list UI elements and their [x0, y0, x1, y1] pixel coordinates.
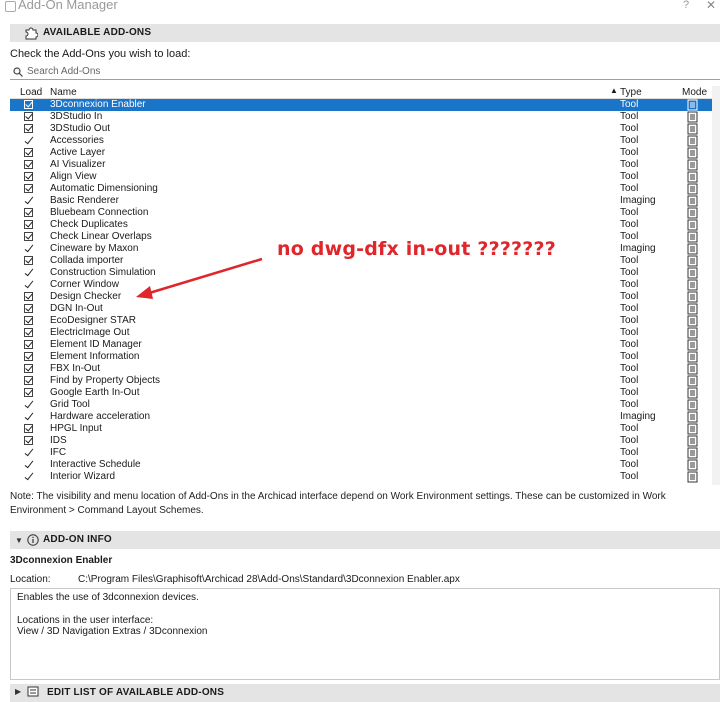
annotation-arrow [136, 257, 263, 299]
annotation-text: no dwg-dfx in-out ??????? [277, 238, 556, 260]
